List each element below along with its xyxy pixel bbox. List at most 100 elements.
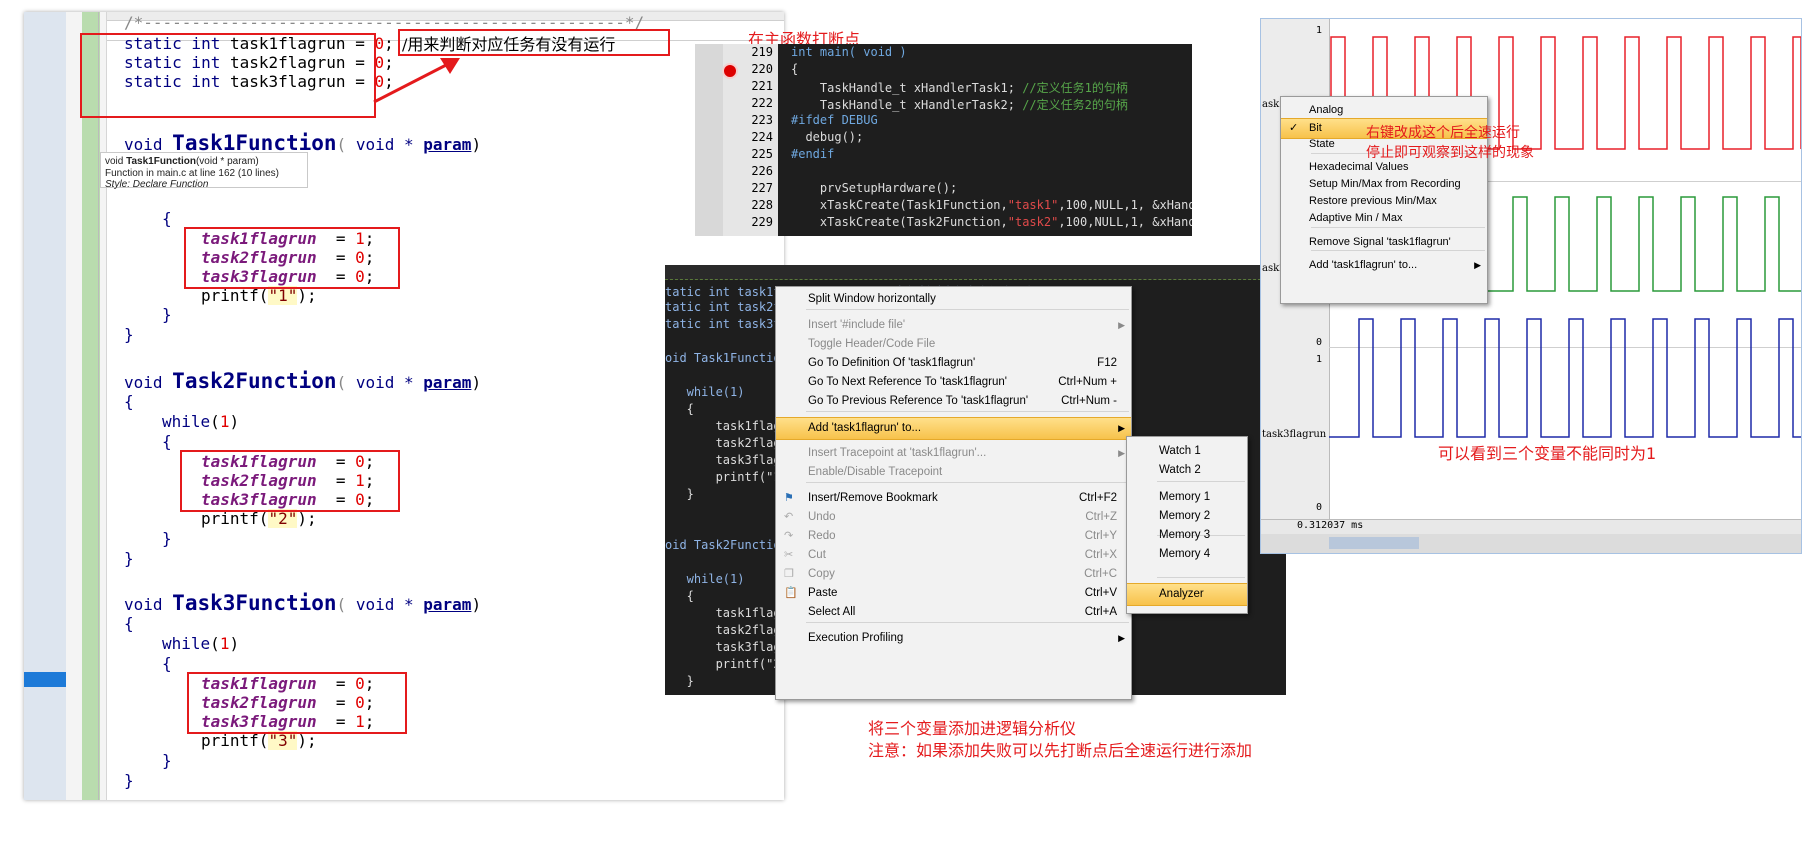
submenu-arrow-icon: ▶ [1118,633,1125,643]
line-number: 226 [751,164,773,178]
task3-printf[interactable]: printf("3"); [201,731,317,750]
code-line[interactable]: { [791,62,798,76]
context-code-line[interactable]: printf("2 [665,657,781,671]
lane3-min-label: 0 [1316,502,1323,513]
function-tooltip: void Task1Function(void * param) Functio… [100,152,308,190]
submenu-item[interactable]: Memory 3 [1127,525,1247,546]
task1-function-header[interactable]: void Task1Function( void * param) [124,133,481,154]
context-menu-item[interactable]: Cut Ctrl+X ✂ [776,545,1131,566]
submenu-item[interactable]: Memory 4 [1127,544,1247,565]
annotation-not-simultaneous: 可以看到三个变量不能同时为1 [1438,444,1657,463]
highlight-box-task2 [180,450,400,512]
code-line[interactable]: xTaskCreate(Task1Function,"task1",100,NU… [791,198,1192,212]
code-line[interactable]: int main( void ) [791,45,907,59]
context-code-line[interactable]: while(1) [665,572,745,586]
breakpoint-gutter[interactable] [695,44,723,236]
line-number: 225 [751,147,773,161]
context-menu-item[interactable]: Insert Tracepoint at 'task1flagrun'... ▶ [776,443,1131,464]
context-code-line[interactable]: oid Task2Functio [665,538,781,552]
context-code-line[interactable]: } [665,674,694,688]
context-code-line[interactable]: while(1) [665,385,745,399]
task2-brace-open: { [124,392,134,411]
task3-brace-open: { [124,614,134,633]
gutter-separator [98,12,99,800]
signal-label-task3[interactable]: task3flagrun [1262,429,1326,440]
analyzer-menu-item[interactable]: Remove Signal 'task1flagrun' [1281,233,1487,252]
submenu-arrow-icon: ▶ [1118,320,1125,330]
task3-while[interactable]: while(1) [162,635,239,653]
analyzer-scrollbar[interactable] [1261,534,1801,553]
menu-separator [1157,481,1245,482]
context-menu-item[interactable]: Toggle Header/Code File [776,334,1131,355]
submenu-item[interactable]: Watch 1 [1127,441,1247,462]
context-menu-item[interactable]: Copy Ctrl+C ❐ [776,564,1131,585]
line-number: 227 [751,181,773,195]
context-code-line[interactable]: { [665,589,694,603]
waveform-task3 [1329,318,1801,438]
analyzer-menu-item[interactable]: Adaptive Min / Max [1281,209,1487,228]
context-menu-item[interactable]: Go To Definition Of 'task1flagrun' F12 [776,353,1131,374]
annotation-add-line1: 将三个变量添加进逻辑分析仪 [868,719,1077,738]
submenu-arrow-icon: ▶ [1118,448,1125,458]
undo-icon: ↶ [784,511,794,523]
scrollbar-thumb[interactable] [1329,537,1419,549]
context-menu-item[interactable]: Paste Ctrl+V 📋 [776,583,1131,604]
context-menu-item[interactable]: Redo Ctrl+Y ↷ [776,526,1131,547]
task1-brace-close: } [124,325,134,344]
context-code-line[interactable]: task2flag [665,436,781,450]
context-code-line[interactable]: task2flag [665,623,781,637]
submenu-item[interactable]: Memory 1 [1127,487,1247,508]
context-code-line[interactable]: tatic int task3f [665,317,781,331]
context-code-line[interactable]: task3flag [665,640,781,654]
context-code-line[interactable]: } [665,487,694,501]
code-line[interactable]: prvSetupHardware(); [791,181,957,195]
task2-while-brace-close: } [162,529,172,548]
paste-icon: 📋 [784,587,798,599]
code-line[interactable]: debug(); [791,130,863,144]
analyzer-menu-item[interactable]: Add 'task1flagrun' to... ▶ [1281,256,1487,275]
task2-brace-close: } [124,549,134,568]
redo-icon: ↷ [784,530,794,542]
submenu-item[interactable]: Watch 2 [1127,460,1247,481]
submenu-item[interactable]: Analyzer [1127,583,1247,606]
context-menu-item[interactable]: Undo Ctrl+Z ↶ [776,507,1131,528]
submenu-arrow-icon: ▶ [1118,423,1125,433]
annotation-add-line2: 注意：如果添加失败可以先打断点后全速运行进行添加 [868,741,1253,760]
task2-printf[interactable]: printf("2"); [201,509,317,528]
task2-function-header[interactable]: void Task2Function( void * param) [124,371,481,392]
code-line[interactable]: #ifdef DEBUG [791,113,878,127]
code-line[interactable]: TaskHandle_t xHandlerTask1; //定义任务1的句柄 [791,79,1128,96]
context-code-line[interactable]: { [665,402,694,416]
line-number: 221 [751,79,773,93]
context-menu-item[interactable]: Split Window horizontally [776,289,1131,310]
submenu-item[interactable]: Memory 2 [1127,506,1247,527]
context-menu-item[interactable]: Insert/Remove Bookmark Ctrl+F2 ⚑ [776,488,1131,509]
line-number: 220 [751,62,773,76]
annotation-right-click-1: 右键改成这个后全速运行 [1366,125,1520,141]
context-menu-item[interactable]: Execution Profiling ▶ [776,628,1131,649]
add-to-submenu[interactable]: Watch 1 Watch 2 Memory 1 Memory 2 Memory 3 Me… [1126,436,1248,614]
context-menu-item[interactable]: Go To Next Reference To 'task1flagrun' Ct… [776,372,1131,393]
line-number: 229 [751,215,773,229]
context-menu-item[interactable]: Go To Previous Reference To 'task1flagru… [776,391,1131,412]
editor-context-menu[interactable]: Split Window horizontally Insert '#includ… [775,286,1132,700]
context-code-line[interactable]: oid Task1Functio [665,351,781,365]
task3-function-header[interactable]: void Task3Function( void * param) [124,593,481,614]
context-code-line[interactable]: task1flag [665,606,781,620]
line-number: 223 [751,113,773,127]
code-line[interactable]: #endif [791,147,834,161]
context-menu-item[interactable]: Add 'task1flagrun' to... ▶ [776,417,1131,440]
context-code-line[interactable]: task1flag [665,419,781,433]
code-line[interactable]: TaskHandle_t xHandlerTask2; //定义任务2的句柄 [791,96,1128,113]
highlight-box-task3 [187,672,407,734]
context-code-line[interactable]: task3flag [665,453,781,467]
context-menu-item[interactable]: Enable/Disable Tracepoint [776,462,1131,483]
task2-while[interactable]: while(1) [162,413,239,431]
context-code-line[interactable]: printf("1 [665,470,781,484]
context-menu-item[interactable]: Insert '#include file' ▶ [776,315,1131,336]
context-code-line[interactable]: tatic int task2f [665,300,781,314]
task1-printf[interactable]: printf("1"); [201,286,317,305]
context-menu-item[interactable]: Select All Ctrl+A [776,602,1131,623]
code-line[interactable]: xTaskCreate(Task2Function,"task2",100,NU… [791,215,1192,229]
task3-while-brace-open: { [162,654,172,673]
